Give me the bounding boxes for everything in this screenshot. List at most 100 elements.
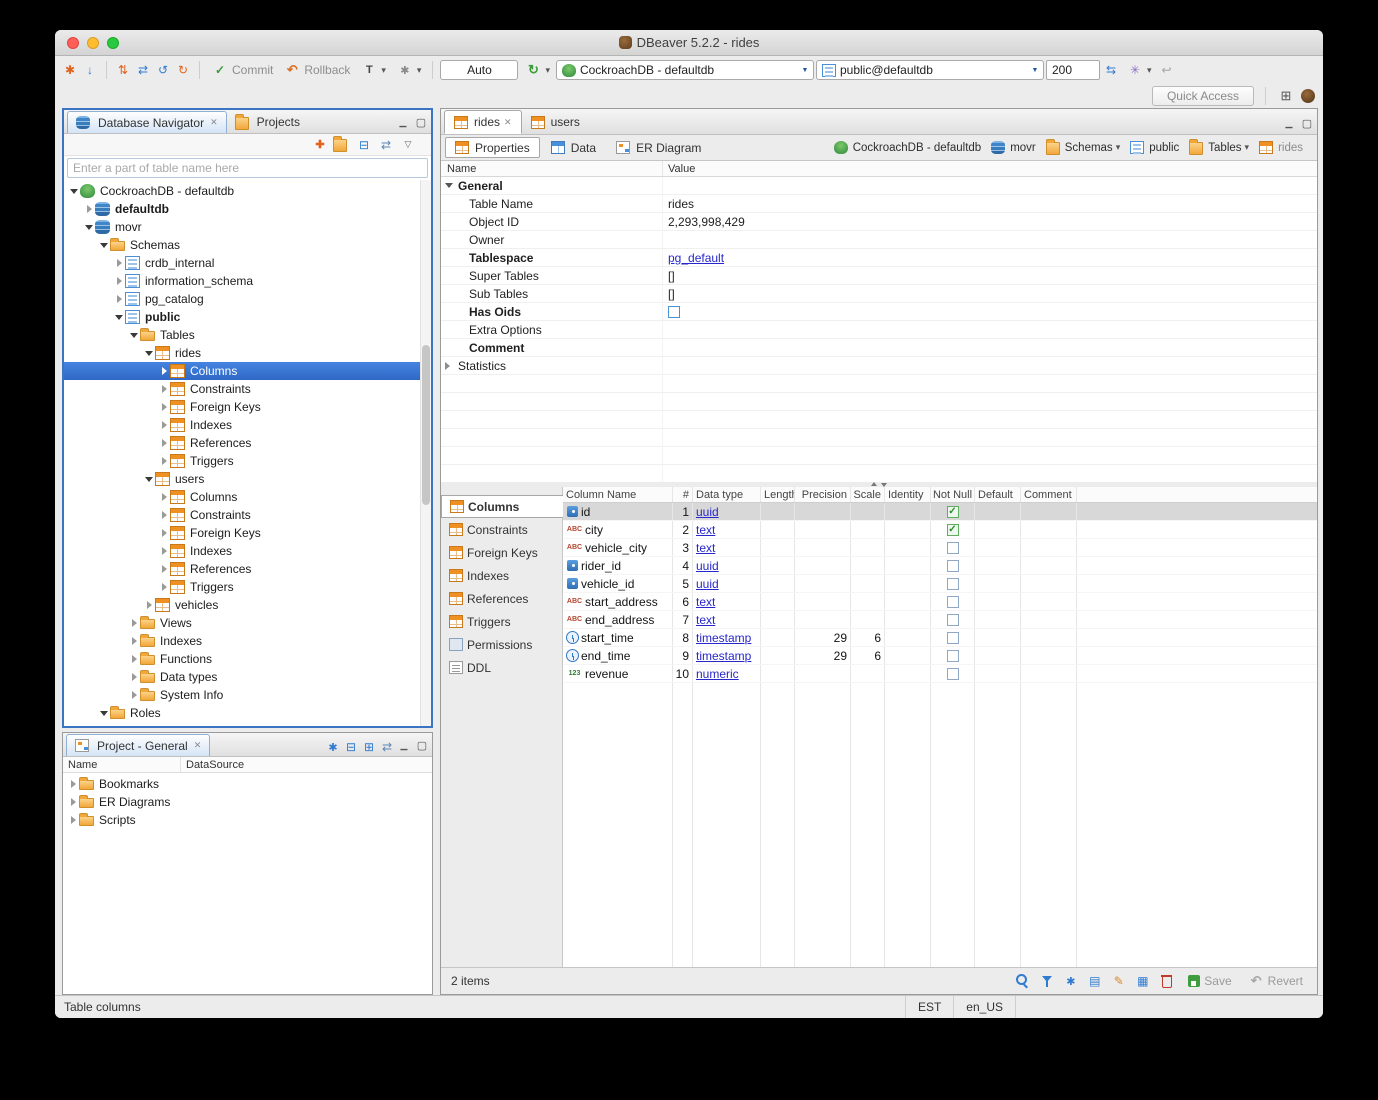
column-type-link[interactable]: text	[696, 523, 715, 537]
back-navigation-icon[interactable]	[1158, 61, 1176, 79]
scrollbar-thumb[interactable]	[422, 345, 430, 505]
expand-arrow-icon[interactable]	[67, 775, 79, 793]
minimize-icon[interactable]	[396, 737, 412, 753]
tab-data[interactable]: Data	[542, 137, 605, 158]
column-type-link[interactable]: text	[696, 613, 715, 627]
gear-icon[interactable]	[1063, 974, 1078, 989]
execute-script-icon[interactable]	[134, 61, 152, 79]
not-null-checkbox[interactable]	[947, 506, 959, 518]
tab-properties[interactable]: Properties	[445, 137, 540, 158]
detail-tab-constraints[interactable]: Constraints	[441, 518, 562, 541]
dbeaver-perspective-icon[interactable]	[1301, 89, 1315, 103]
combo-arrow-icon[interactable]	[797, 61, 813, 79]
collapse-arrow-icon[interactable]	[128, 326, 140, 344]
expand-arrow-icon[interactable]	[113, 254, 125, 272]
expand-arrow-icon[interactable]	[113, 272, 125, 290]
tree-item-functions[interactable]: Functions	[64, 650, 431, 668]
expand-arrow-icon[interactable]	[128, 686, 140, 704]
detail-tab-columns[interactable]: Columns	[441, 495, 563, 518]
tree-item-indexes[interactable]: Indexes	[64, 416, 431, 434]
property-row-extra-options[interactable]: Extra Options	[441, 321, 1317, 339]
filter-icon[interactable]	[1039, 974, 1054, 989]
breadcrumb-item-movr[interactable]: movr	[991, 141, 1036, 154]
tablespace-link[interactable]: pg_default	[668, 251, 724, 265]
property-row-comment[interactable]: Comment	[441, 339, 1317, 357]
breadcrumb-item-public[interactable]: public	[1130, 141, 1179, 154]
column-row-vehicle-city[interactable]: vehicle_city3text	[563, 539, 1317, 557]
delete-icon[interactable]	[1159, 974, 1174, 989]
tree-item-system-info[interactable]: System Info	[64, 686, 431, 704]
expand-arrow-icon[interactable]	[158, 524, 170, 542]
data-transfer-icon[interactable]	[81, 61, 99, 79]
expand-arrow-icon[interactable]	[128, 614, 140, 632]
tree-item-references[interactable]: References	[64, 560, 431, 578]
column-row-end-address[interactable]: end_address7text	[563, 611, 1317, 629]
expand-arrow-icon[interactable]	[143, 596, 155, 614]
connection-select[interactable]: CockroachDB - defaultdb	[556, 60, 814, 80]
detail-tab-ddl[interactable]: DDL	[441, 656, 562, 679]
property-group-statistics[interactable]: Statistics	[441, 357, 1317, 375]
tree-item-views[interactable]: Views	[64, 614, 431, 632]
column-row-rider-id[interactable]: rider_id4uuid	[563, 557, 1317, 575]
tree-item-columns[interactable]: Columns	[64, 362, 431, 380]
sync-connection-icon[interactable]	[1102, 61, 1120, 79]
expand-arrow-icon[interactable]	[158, 560, 170, 578]
maximize-icon[interactable]	[413, 114, 429, 130]
expand-arrow-icon[interactable]	[158, 506, 170, 524]
expand-arrow-icon[interactable]	[158, 434, 170, 452]
expand-arrow-icon[interactable]	[158, 452, 170, 470]
expand-arrow-icon[interactable]	[128, 650, 140, 668]
column-row-city[interactable]: city2text	[563, 521, 1317, 539]
show-folders-icon[interactable]	[333, 139, 347, 152]
tree-item-vehicles[interactable]: vehicles	[64, 596, 431, 614]
tree-item-schemas[interactable]: Schemas	[64, 236, 431, 254]
tab-er-diagram[interactable]: ER Diagram	[607, 137, 710, 158]
grid-header-length[interactable]: Length	[761, 487, 795, 502]
grid-header-column-name[interactable]: Column Name	[563, 487, 673, 502]
property-row-sub-tables[interactable]: Sub Tables[]	[441, 285, 1317, 303]
tree-item-cockroachdb-defaultdb[interactable]: CockroachDB - defaultdb	[64, 182, 431, 200]
revert-button[interactable]: Revert	[1245, 972, 1307, 991]
tab-projects[interactable]: Projects	[227, 111, 308, 133]
property-row-tablespace[interactable]: Tablespacepg_default	[441, 249, 1317, 267]
view-menu-icon[interactable]	[399, 136, 417, 154]
maximize-icon[interactable]	[1299, 115, 1315, 131]
auto-commit-select[interactable]: Auto	[440, 60, 518, 80]
not-null-checkbox[interactable]	[947, 668, 959, 680]
tree-item-data-types[interactable]: Data types	[64, 668, 431, 686]
column-type-link[interactable]: uuid	[696, 577, 719, 591]
collapse-arrow-icon[interactable]	[98, 704, 110, 722]
rollback-button[interactable]: Rollback	[279, 59, 354, 81]
tree-item-information-schema[interactable]: information_schema	[64, 272, 431, 290]
not-null-checkbox[interactable]	[947, 542, 959, 554]
not-null-checkbox[interactable]	[947, 524, 959, 536]
column-row-start-time[interactable]: start_time8timestamp296	[563, 629, 1317, 647]
column-header-datasource[interactable]: DataSource	[181, 757, 432, 772]
property-row-super-tables[interactable]: Super Tables[]	[441, 267, 1317, 285]
project-item-er-diagrams[interactable]: ER Diagrams	[63, 793, 432, 811]
column-row-id[interactable]: id1uuid	[563, 503, 1317, 521]
expand-arrow-icon[interactable]	[113, 290, 125, 308]
close-icon[interactable]	[210, 117, 218, 128]
tree-item-tables[interactable]: Tables	[64, 326, 431, 344]
project-item-bookmarks[interactable]: Bookmarks	[63, 775, 432, 793]
tab-database-navigator[interactable]: Database Navigator	[67, 111, 227, 133]
column-type-link[interactable]: uuid	[696, 505, 719, 519]
column-type-link[interactable]: uuid	[696, 559, 719, 573]
project-item-scripts[interactable]: Scripts	[63, 811, 432, 829]
column-type-link[interactable]: text	[696, 541, 715, 555]
tree-item-users[interactable]: users	[64, 470, 431, 488]
collapse-arrow-icon[interactable]	[143, 470, 155, 488]
expand-all-icon[interactable]	[360, 738, 378, 756]
tree-item-public[interactable]: public	[64, 308, 431, 326]
close-icon[interactable]	[194, 740, 202, 751]
tree-item-triggers[interactable]: Triggers	[64, 578, 431, 596]
column-row-vehicle-id[interactable]: vehicle_id5uuid	[563, 575, 1317, 593]
not-null-checkbox[interactable]	[947, 560, 959, 572]
open-perspective-icon[interactable]	[1277, 87, 1295, 105]
column-row-revenue[interactable]: revenue10numeric	[563, 665, 1317, 683]
auto-refresh-button[interactable]	[520, 59, 554, 81]
not-null-checkbox[interactable]	[947, 578, 959, 590]
tree-item-foreign-keys[interactable]: Foreign Keys	[64, 524, 431, 542]
minimize-icon[interactable]	[1281, 115, 1297, 131]
